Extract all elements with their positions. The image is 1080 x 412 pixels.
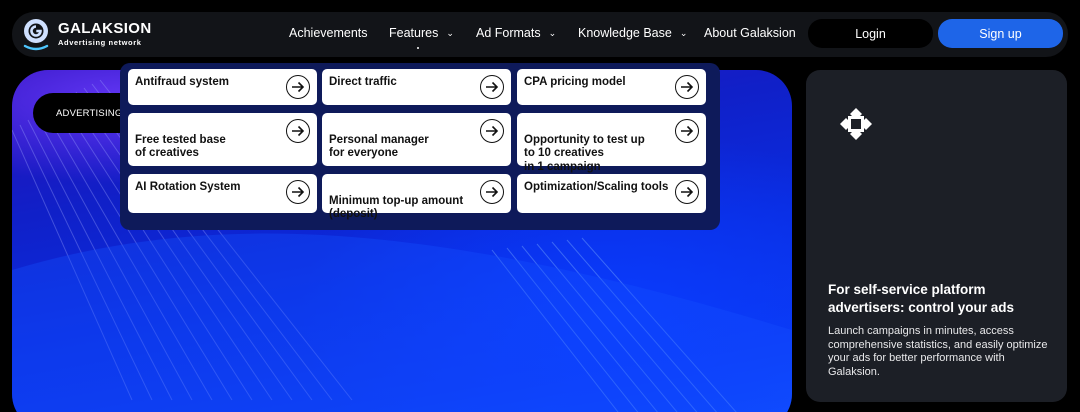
arrow-right-icon (480, 75, 504, 99)
card-title: For self-service platform advertisers: c… (828, 282, 1015, 315)
nav-achievements[interactable]: Achievements (289, 26, 368, 40)
menu-item-label: Opportunity to test up to 10 creatives i… (524, 133, 645, 173)
menu-item-label: CPA pricing model (524, 76, 626, 88)
menu-item-label: Antifraud system (135, 76, 229, 88)
galaksion-logo-icon (23, 19, 49, 51)
menu-item-label: Personal manager for everyone (329, 133, 429, 160)
four-diamond-logo-icon (840, 108, 872, 140)
menu-item-minimum-topup[interactable]: Minimum top-up amount (deposit) (322, 174, 511, 220)
arrow-right-icon (286, 180, 310, 204)
chevron-down-icon: ⌄ (548, 28, 557, 38)
menu-item-direct-traffic[interactable]: Direct traffic (322, 69, 511, 105)
menu-item-free-creatives[interactable]: Free tested base of creatives (128, 113, 317, 166)
card-description: Launch campaigns in minutes, access comp… (828, 325, 1048, 378)
brand-name: GALAKSION (58, 20, 152, 38)
menu-item-label: Optimization/Scaling tools (524, 181, 669, 193)
nav-label: About Galaksion (704, 26, 796, 40)
signup-button[interactable]: Sign up (938, 19, 1063, 48)
menu-item-optimization-tools[interactable]: Optimization/Scaling tools (517, 174, 706, 213)
arrow-right-icon (286, 119, 310, 143)
nav-ad-formats[interactable]: Ad Formats ⌄ (476, 26, 556, 40)
nav-knowledge-base[interactable]: Knowledge Base ⌄ (578, 26, 687, 40)
nav-label: Knowledge Base (578, 26, 672, 40)
menu-item-label: Free tested base of creatives (135, 133, 226, 160)
arrow-right-icon (480, 119, 504, 143)
menu-item-label: Direct traffic (329, 76, 397, 88)
brand-tagline: Advertising network (58, 38, 142, 48)
self-service-card: For self-service platform advertisers: c… (806, 70, 1067, 402)
arrow-right-icon (286, 75, 310, 99)
features-dropdown-menu: Antifraud system Direct traffic CPA pric… (120, 63, 720, 230)
menu-item-label: Minimum top-up amount (deposit) (329, 194, 464, 221)
arrow-right-icon (675, 180, 699, 204)
menu-item-personal-manager[interactable]: Personal manager for everyone (322, 113, 511, 166)
top-navbar: GALAKSION Advertising network Achievemen… (12, 12, 1068, 57)
brand-logo[interactable]: GALAKSION Advertising network (18, 16, 152, 52)
menu-item-test-creatives[interactable]: Opportunity to test up to 10 creatives i… (517, 113, 706, 173)
menu-item-label: AI Rotation System (135, 181, 241, 193)
menu-item-antifraud[interactable]: Antifraud system (128, 69, 317, 105)
chevron-down-icon: ⌄ (679, 28, 688, 38)
nav-about[interactable]: About Galaksion (704, 26, 796, 40)
nav-label: Ad Formats (476, 26, 541, 40)
nav-label: Achievements (289, 26, 368, 40)
arrow-right-icon (675, 119, 699, 143)
nav-label: Features (389, 26, 439, 40)
active-indicator (417, 47, 419, 49)
chevron-down-icon: ⌄ (446, 28, 454, 38)
menu-item-ai-rotation[interactable]: AI Rotation System (128, 174, 317, 213)
nav-features[interactable]: Features ⌄ (389, 26, 454, 49)
arrow-right-icon (675, 75, 699, 99)
login-button[interactable]: Login (808, 19, 933, 48)
arrow-right-icon (480, 180, 504, 204)
menu-item-cpa-pricing[interactable]: CPA pricing model (517, 69, 706, 105)
